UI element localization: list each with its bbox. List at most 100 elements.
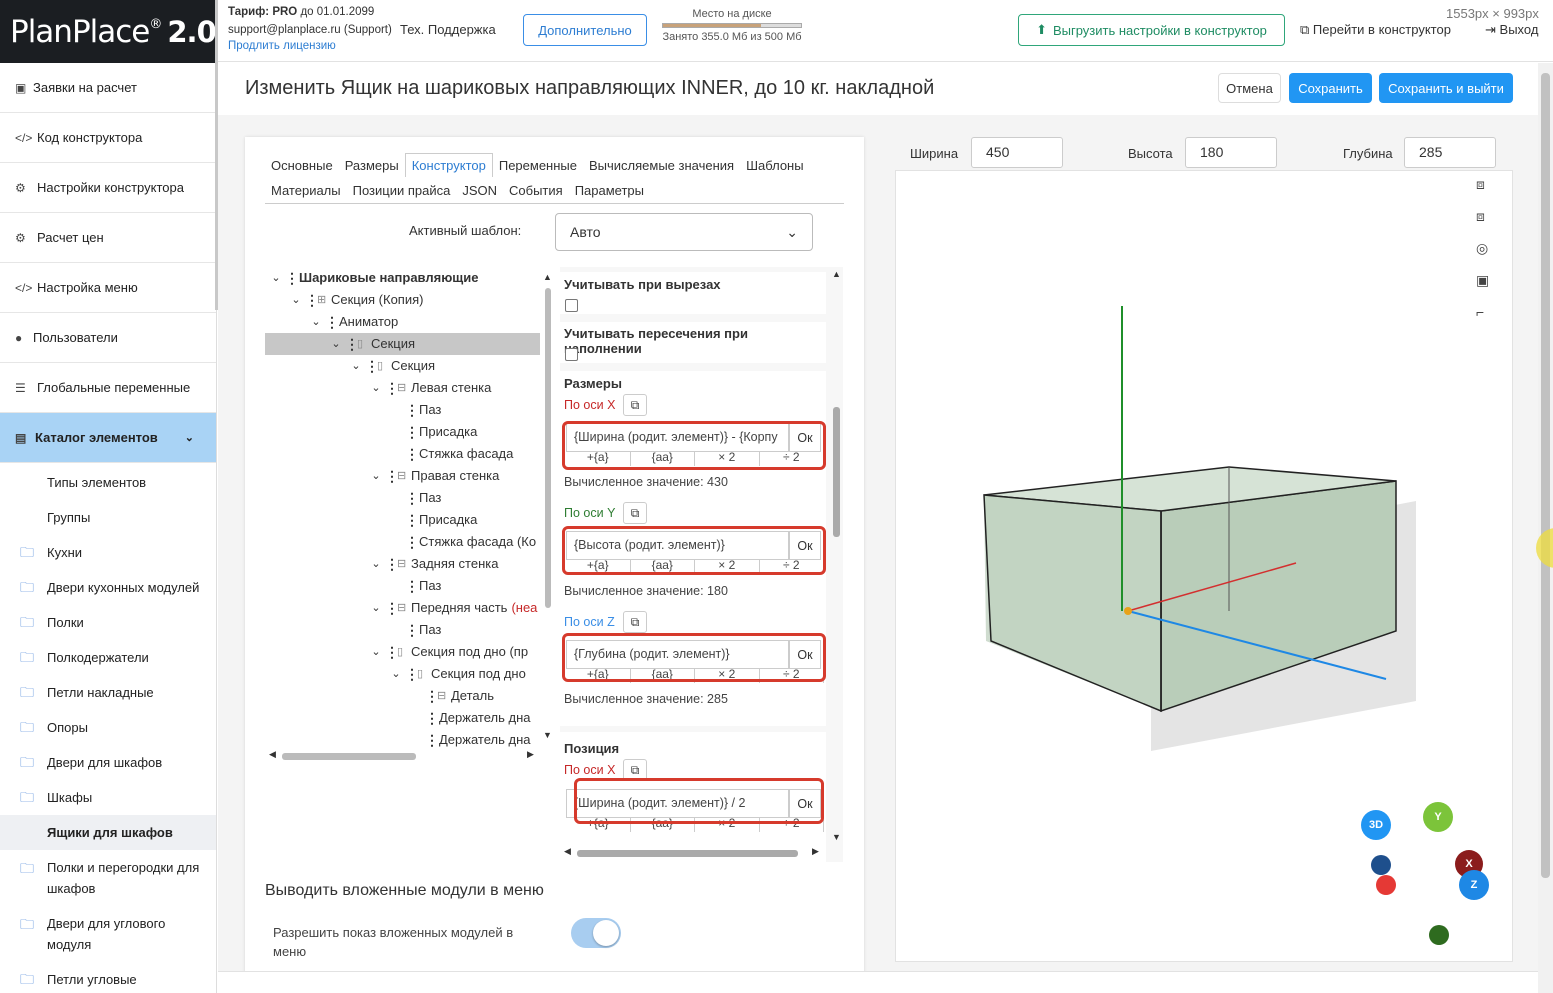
sidebar-item-catalog[interactable]: ▤ Каталог элементов ⌄ xyxy=(0,413,216,463)
tab-json[interactable]: JSON xyxy=(456,179,503,203)
tab-constructor[interactable]: Конструктор xyxy=(404,153,493,177)
tree-node[interactable]: ⌄ ⋮ ▯ Секция xyxy=(265,333,540,355)
drag-handle-icon[interactable]: ⋮ xyxy=(385,553,399,575)
drag-handle-icon[interactable]: ⋮ xyxy=(385,597,399,619)
tree-node[interactable]: ⋮ Держатель дна xyxy=(265,729,540,751)
tab-basic[interactable]: Основные xyxy=(265,154,339,178)
tree-node[interactable]: ⌄ ⋮ ⊟ Передняя часть (неа xyxy=(265,597,540,619)
sidebar-item-pricing[interactable]: ⚙ Расчет цен xyxy=(0,213,216,263)
drag-handle-icon[interactable]: ⋮ xyxy=(345,333,359,355)
tree-node[interactable]: ⋮ Паз xyxy=(265,575,540,597)
template-select[interactable]: Авто ⌄ xyxy=(555,213,813,251)
tree-node[interactable]: ⌄ ⋮ ⊟ Задняя стенка xyxy=(265,553,540,575)
sidebar-item-code[interactable]: </> Код конструктора xyxy=(0,113,216,163)
axis-dot[interactable] xyxy=(1376,875,1396,895)
tree-node[interactable]: ⋮ Паз xyxy=(265,619,540,641)
sidebar-item-constructor-settings[interactable]: ⚙ Настройки конструктора xyxy=(0,163,216,213)
chevron-down-icon[interactable]: ⌄ xyxy=(367,465,385,487)
axis-dot[interactable] xyxy=(1371,855,1391,875)
drag-handle-icon[interactable]: ⋮ xyxy=(405,487,419,509)
page-scrollbar-thumb[interactable] xyxy=(1541,73,1550,878)
sidebar-item-users[interactable]: ● Пользователи xyxy=(0,313,216,363)
drag-handle-icon[interactable]: ⋮ xyxy=(285,267,299,289)
sidebar-folder[interactable]: 🗀 Шкафы xyxy=(0,780,216,815)
tab-price-items[interactable]: Позиции прайса xyxy=(347,179,457,203)
drag-handle-icon[interactable]: ⋮ xyxy=(385,377,399,399)
tree-node[interactable]: ⋮ Присадка xyxy=(265,509,540,531)
tree-node[interactable]: ⋮ Стяжка фасада xyxy=(265,443,540,465)
cut-checkbox[interactable] xyxy=(565,299,578,312)
axis-z-button[interactable]: Z xyxy=(1459,870,1489,900)
drag-handle-icon[interactable]: ⋮ xyxy=(405,399,419,421)
drag-handle-icon[interactable]: ⋮ xyxy=(425,729,439,751)
chevron-down-icon[interactable]: ⌄ xyxy=(367,597,385,619)
scroll-up-icon[interactable]: ▲ xyxy=(543,272,552,282)
external-link-icon[interactable]: ⧉ xyxy=(623,611,647,633)
tab-computed[interactable]: Вычисляемые значения xyxy=(583,154,740,178)
tree-node[interactable]: ⋮ Паз xyxy=(265,399,540,421)
tree-node[interactable]: ⌄ ⋮ ▯ Секция под дно xyxy=(265,663,540,685)
sidebar-folder[interactable]: 🗀 Полки и перегородки для шкафов xyxy=(0,850,216,906)
drag-handle-icon[interactable]: ⋮ xyxy=(405,509,419,531)
drag-handle-icon[interactable]: ⋮ xyxy=(305,289,319,311)
props-vertical-scrollbar-thumb[interactable] xyxy=(833,407,840,537)
tab-templates[interactable]: Шаблоны xyxy=(740,154,810,178)
tree-vertical-scrollbar[interactable]: ▲ ▼ xyxy=(543,272,553,742)
sidebar-sub-groups[interactable]: Группы xyxy=(0,500,216,535)
sidebar-sub-types[interactable]: Типы элементов xyxy=(0,465,216,500)
save-exit-button[interactable]: Сохранить и выйти xyxy=(1379,73,1513,103)
sidebar-folder[interactable]: 🗀 Кухни xyxy=(0,535,216,570)
sidebar-folder[interactable]: 🗀 Двери кухонных модулей xyxy=(0,570,216,605)
scroll-right-icon[interactable]: ▶ xyxy=(812,846,819,857)
goto-constructor-link[interactable]: ⧉ Перейти в конструктор xyxy=(1300,22,1451,38)
cancel-button[interactable]: Отмена xyxy=(1218,73,1281,103)
tree-node[interactable]: ⋮ Присадка xyxy=(265,421,540,443)
chevron-down-icon[interactable]: ⌄ xyxy=(367,641,385,663)
extend-license-link[interactable]: Продлить лицензию xyxy=(228,40,336,52)
drag-handle-icon[interactable]: ⋮ xyxy=(385,641,399,663)
sidebar-folder[interactable]: 🗀 Полкодержатели xyxy=(0,640,216,675)
external-link-icon[interactable]: ⧉ xyxy=(623,502,647,524)
tree-node[interactable]: ⋮ ⊟ Деталь xyxy=(265,685,540,707)
drag-handle-icon[interactable]: ⋮ xyxy=(405,575,419,597)
sidebar-folder[interactable]: 🗀 Петли угловые xyxy=(0,962,216,993)
scroll-up-icon[interactable]: ▲ xyxy=(832,269,841,279)
tab-params[interactable]: Параметры xyxy=(569,179,650,203)
drag-handle-icon[interactable]: ⋮ xyxy=(425,707,439,729)
sidebar-folder[interactable]: 🗀 Двери для углового модуля xyxy=(0,906,216,962)
sidebar-folder[interactable]: 🗀 Полки xyxy=(0,605,216,640)
chevron-down-icon[interactable]: ⌄ xyxy=(307,311,325,333)
tab-sizes[interactable]: Размеры xyxy=(339,154,405,178)
tree-node[interactable]: ⌄ ⋮ Шариковые направляющие xyxy=(265,267,540,289)
drag-handle-icon[interactable]: ⋮ xyxy=(365,355,379,377)
tree-node[interactable]: ⌄ ⋮ ▯ Секция xyxy=(265,355,540,377)
tree-node[interactable]: ⋮ Паз xyxy=(265,487,540,509)
logo[interactable]: PlanPlace ® 2.0 xyxy=(0,0,216,63)
logout-link[interactable]: ⇥ Выход xyxy=(1485,22,1538,38)
drag-handle-icon[interactable]: ⋮ xyxy=(405,443,419,465)
axis-y-button[interactable]: Y xyxy=(1423,802,1453,832)
tree-horizontal-scrollbar[interactable]: ◀ ▶ xyxy=(265,749,537,763)
sidebar-item-global-vars[interactable]: ☰ Глобальные переменные xyxy=(0,363,216,413)
chevron-down-icon[interactable]: ⌄ xyxy=(267,267,285,289)
props-vertical-scrollbar[interactable]: ▲ ▼ xyxy=(830,267,843,852)
tree-node[interactable]: ⋮ Стяжка фасада (Ко xyxy=(265,531,540,553)
drag-handle-icon[interactable]: ⋮ xyxy=(405,619,419,641)
save-button[interactable]: Сохранить xyxy=(1289,73,1372,103)
3d-view-button[interactable]: 3D xyxy=(1361,810,1391,840)
chevron-down-icon[interactable]: ⌄ xyxy=(347,355,365,377)
drag-handle-icon[interactable]: ⋮ xyxy=(325,311,339,333)
tree-node[interactable]: ⌄ ⋮ ⊟ Правая стенка xyxy=(265,465,540,487)
tab-events[interactable]: События xyxy=(503,179,569,203)
sidebar-item-requests[interactable]: ▣ Заявки на расчет xyxy=(0,63,216,113)
allow-nested-toggle[interactable] xyxy=(571,918,621,948)
upload-settings-button[interactable]: ⬆ Выгрузить настройки в конструктор xyxy=(1018,14,1285,46)
axis-dot[interactable] xyxy=(1429,925,1449,945)
tree-node[interactable]: ⌄ ⋮ Аниматор xyxy=(265,311,540,333)
tree-horizontal-scrollbar-thumb[interactable] xyxy=(282,753,416,760)
props-horizontal-scrollbar[interactable]: ◀ ▶ xyxy=(560,846,830,860)
drag-handle-icon[interactable]: ⋮ xyxy=(405,663,419,685)
tree-node[interactable]: ⌄ ⋮ ▯ Секция под дно (пр xyxy=(265,641,540,663)
depth-input[interactable]: 285 xyxy=(1404,137,1496,168)
tree-node[interactable]: ⋮ Держатель дна xyxy=(265,707,540,729)
